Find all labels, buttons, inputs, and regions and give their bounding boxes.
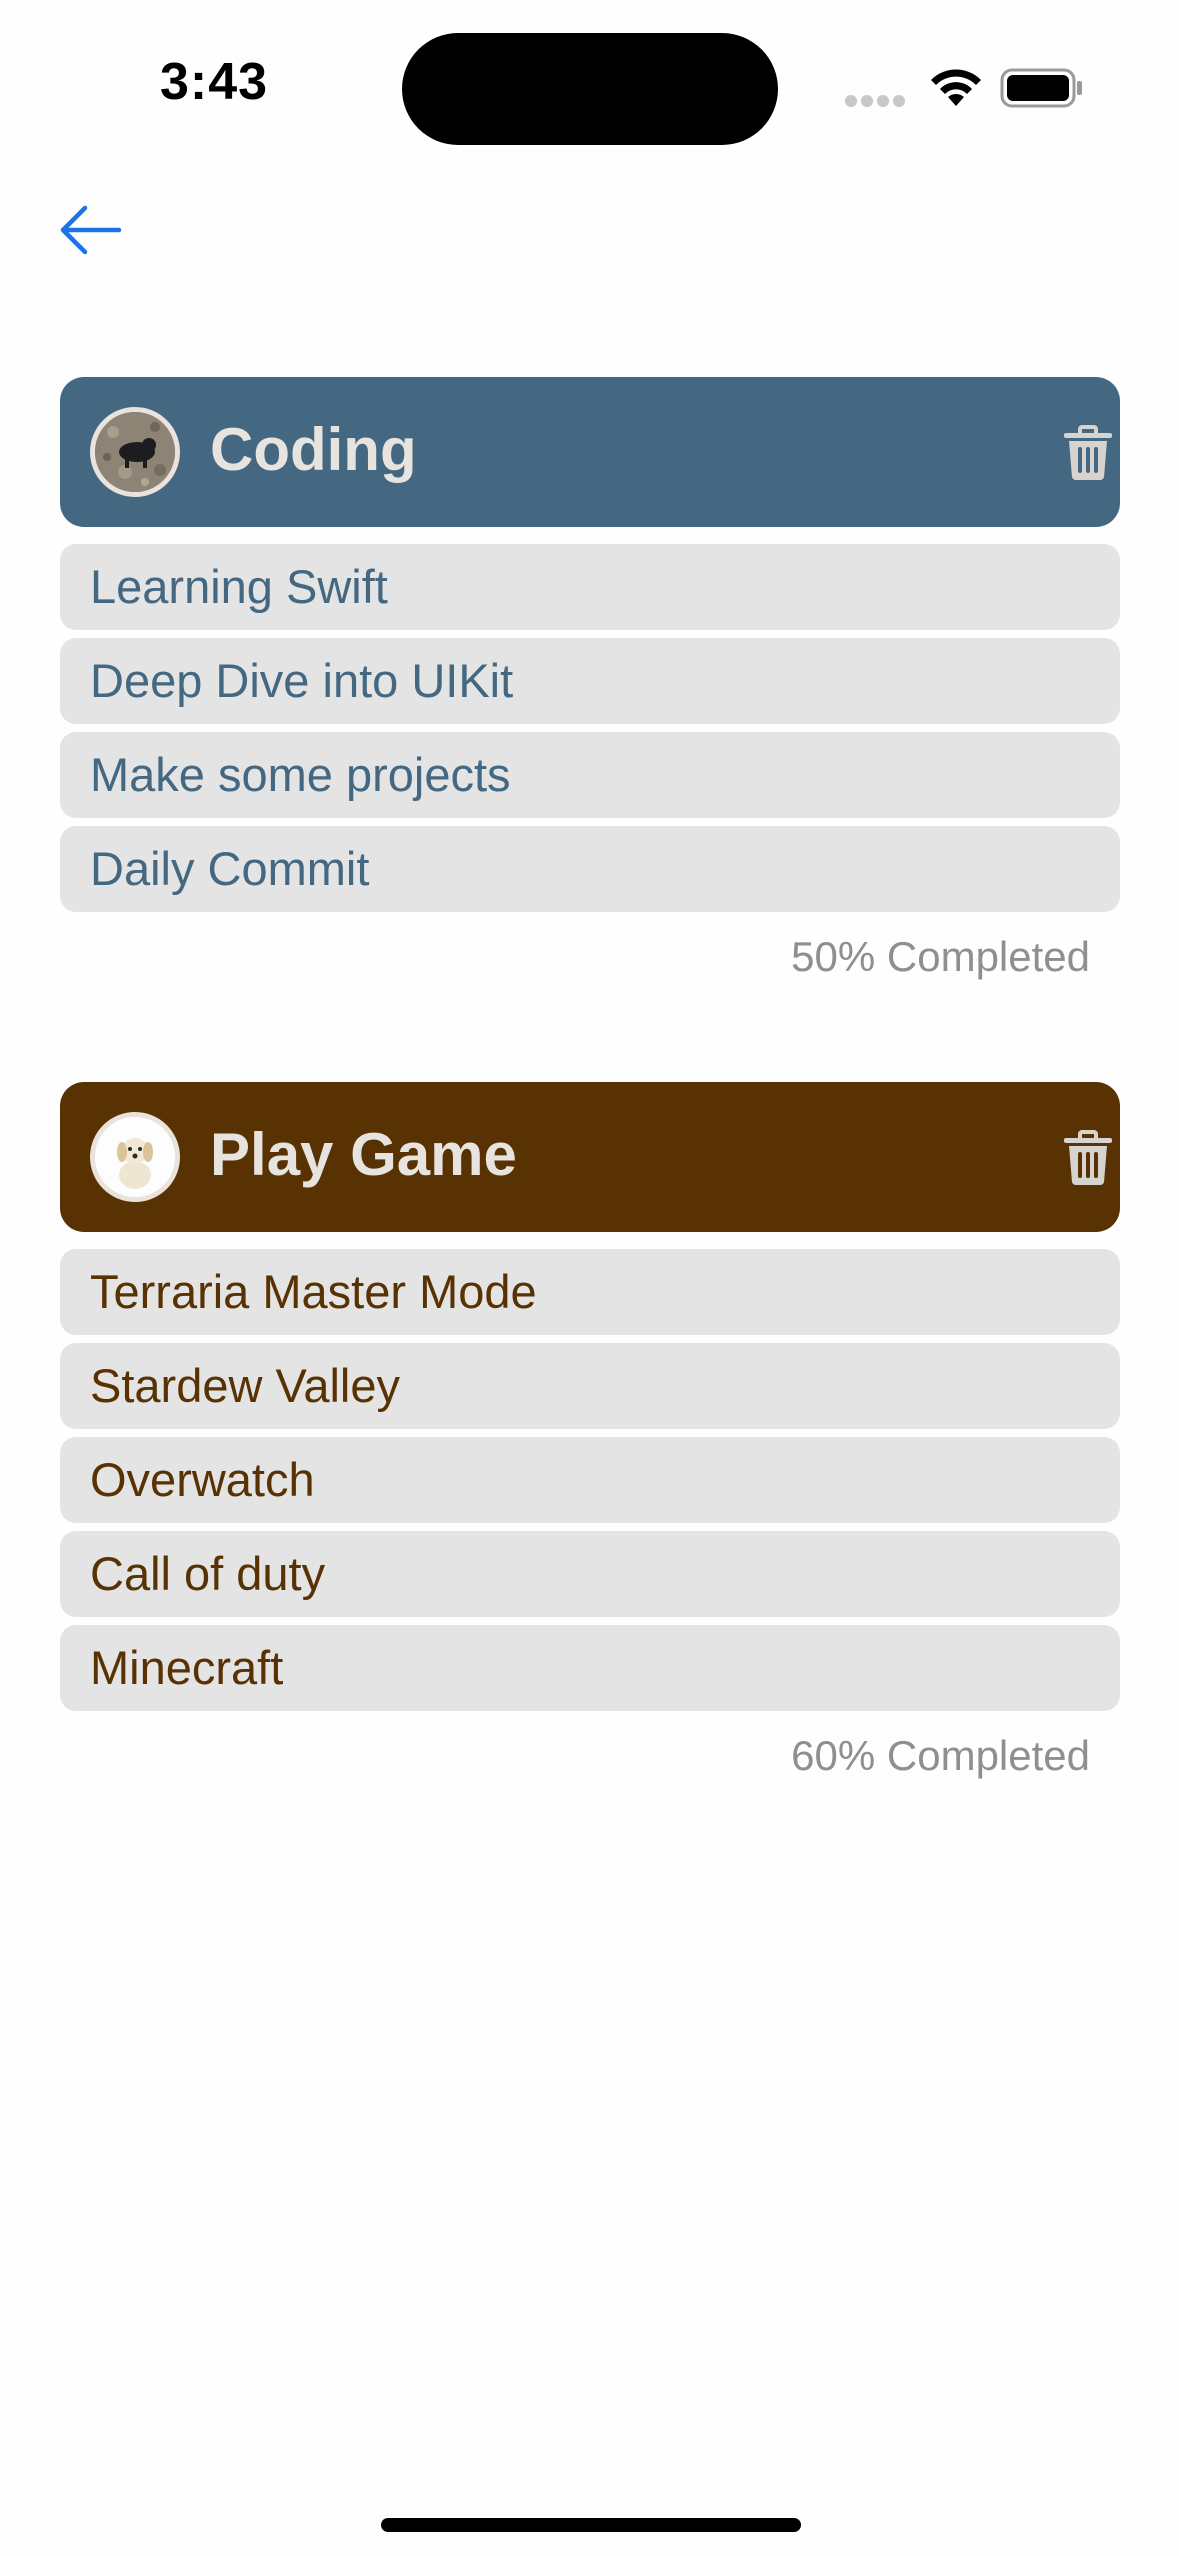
- delete-button[interactable]: [1060, 1130, 1116, 1186]
- avatar: [90, 1112, 180, 1202]
- task-item[interactable]: Make some projects: [60, 732, 1120, 818]
- back-button[interactable]: [50, 190, 130, 270]
- home-indicator[interactable]: [381, 2518, 801, 2532]
- cellular-signal-icon: [845, 94, 909, 112]
- avatar: [90, 407, 180, 497]
- status-bar: 3:43: [0, 0, 1179, 180]
- task-item[interactable]: Terraria Master Mode: [60, 1249, 1120, 1335]
- section-header-play-game: Play Game: [60, 1082, 1120, 1232]
- progress-label: 50% Completed: [791, 933, 1090, 980]
- task-item[interactable]: Deep Dive into UIKit: [60, 638, 1120, 724]
- section-title: Coding: [210, 416, 417, 483]
- section-title: Play Game: [210, 1121, 517, 1188]
- wifi-icon: [931, 69, 981, 106]
- task-item[interactable]: Overwatch: [60, 1437, 1120, 1523]
- battery-icon: [1000, 68, 1082, 108]
- section-header-coding: Coding: [60, 377, 1120, 527]
- task-item[interactable]: Minecraft: [60, 1625, 1120, 1711]
- arrow-left-icon: [60, 205, 122, 255]
- status-time: 3:43: [160, 53, 269, 111]
- task-item[interactable]: Call of duty: [60, 1531, 1120, 1617]
- task-item[interactable]: Learning Swift: [60, 544, 1120, 630]
- dynamic-island: [402, 33, 778, 145]
- progress-label: 60% Completed: [791, 1732, 1090, 1779]
- task-item[interactable]: Stardew Valley: [60, 1343, 1120, 1429]
- delete-button[interactable]: [1060, 425, 1116, 481]
- task-item[interactable]: Daily Commit: [60, 826, 1120, 912]
